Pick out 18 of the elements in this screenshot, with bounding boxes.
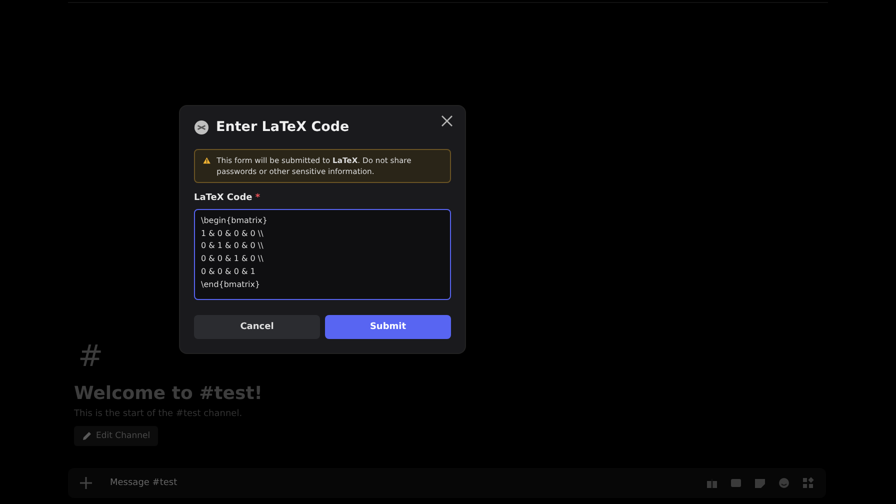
plus-icon[interactable] — [80, 477, 92, 489]
message-bar[interactable]: Message #test — [68, 468, 826, 498]
pencil-icon — [82, 431, 92, 441]
required-mark: * — [255, 193, 260, 203]
close-icon[interactable] — [441, 115, 453, 127]
app-logo-icon — [194, 120, 209, 134]
apps-icon[interactable] — [802, 477, 814, 489]
emoji-icon[interactable] — [778, 477, 790, 489]
submit-button[interactable]: Submit — [325, 315, 451, 339]
cancel-button[interactable]: Cancel — [194, 315, 320, 339]
dialog-title: Enter LaTeX Code — [216, 119, 350, 135]
code-field[interactable]: \begin{bmatrix} 1 & 0 & 0 & 0 \\ 0 & 1 & 0 & 0 \\ 0 & 0 & 1 & 0 \\ 0 & 0 & 0 & 1 \end{bmatrix} — [194, 209, 451, 300]
sticker-icon[interactable] — [754, 477, 766, 489]
welcome-title: Welcome to #test! — [74, 383, 263, 404]
message-field[interactable]: Message #test — [108, 477, 706, 489]
field-label: LaTeX Code — [194, 193, 252, 203]
warning-icon — [203, 155, 211, 166]
hash-icon: # — [78, 337, 118, 377]
